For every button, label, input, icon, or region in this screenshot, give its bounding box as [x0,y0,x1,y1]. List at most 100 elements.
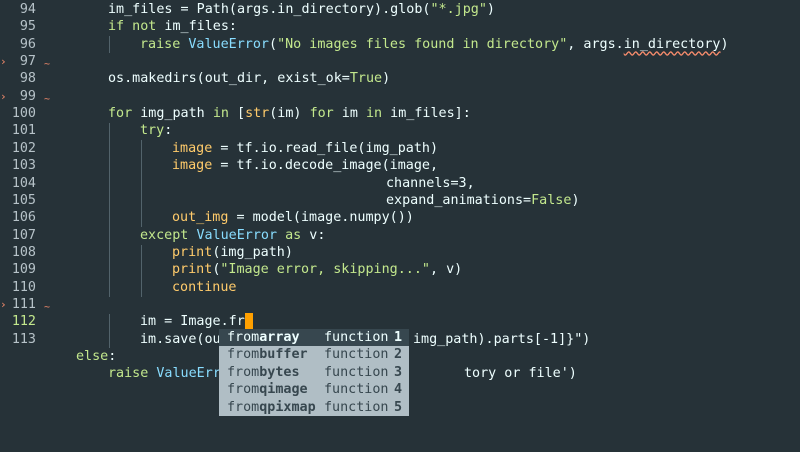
code-content: if not im_files: [108,18,237,35]
line-number: 109 [11,262,36,278]
line-number: 102 [11,140,36,156]
code-content: image = tf.io.decode_image(image, [172,157,438,174]
code-token: "No images files found in directory" [277,36,568,52]
code-content: os.makedirs(out_dir, exist_ok=True) [108,70,390,87]
code-token: channels=3, [386,175,475,191]
code-token: im_files]: [382,106,471,122]
code-token: = tf.io.read_file(img_path) [212,140,439,156]
code-token: expand_animations= [386,192,532,208]
code-token: image [172,140,213,156]
line-number: 104 [11,175,36,191]
code-content: print("Image error, skipping...", v) [172,261,462,278]
code-token: : [164,123,173,139]
line-number: 95 [19,19,36,35]
line-number: 100 [11,106,36,122]
completion-prefix: from [227,347,260,363]
code-token: print [172,244,213,260]
completion-name: fromqpixmap [227,399,316,416]
code-content: try: [140,122,172,139]
completion-name: fromqimage [227,381,308,398]
line-number: 110 [11,279,36,295]
autocomplete-item-fromqimage[interactable]: fromqimage function 4 [219,381,409,398]
code-token: raise [140,36,181,52]
code-token: im = Image.fr [140,314,245,330]
code-line[interactable]: 110 continue [0,279,800,296]
autocomplete-item-frombytes[interactable]: frombytes function 3 [219,364,409,381]
code-token: ) [720,36,729,52]
line-number: 94 [19,2,36,17]
code-token: (im) [269,106,310,122]
code-token: in_directory [623,36,721,52]
code-token: ValueError [196,227,278,243]
completion-prefix: from [227,330,260,345]
code-token: , args. [567,36,624,52]
code-token: False [531,192,572,208]
code-token: else [76,349,109,364]
autocomplete-item-fromarray[interactable]: fromarray function 1 [219,329,409,347]
code-content: print(img_path) [172,244,293,261]
completion-index: 5 [394,399,403,415]
code-content: channels=3, [386,175,475,192]
code-line[interactable]: 95 if not im_files: [0,18,800,35]
code-line[interactable]: 97 › ~ [0,53,800,70]
code-token: , v) [429,262,463,278]
code-token: ValueError [188,36,269,52]
code-content: else: [76,348,116,365]
code-content: im.save(ou [140,331,221,348]
code-line[interactable]: 100 for img_path in [str(im) for im in im… [0,105,800,122]
code-token: (img_path) [212,244,293,260]
completion-match: buffer [259,347,308,363]
line-number: 113 [11,331,36,347]
code-content: out_img = model(image.numpy()) [172,209,414,226]
code-token: = tf.io.decode_image(image, [212,158,439,174]
autocomplete-popup[interactable]: fromarray function 1 frombuffer function 2 fro… [219,329,409,416]
code-token: v: [301,227,326,243]
code-token: continue [172,279,237,295]
code-token: in [212,106,229,122]
code-line[interactable]: 109 print("Image error, skipping...", v) [0,261,800,278]
code-token: "Image error, skipping..." [220,262,430,278]
completion-name: fromarray [227,329,300,346]
code-token: "*.jpg" [430,2,487,17]
code-line[interactable]: 106 out_img = model(image.numpy()) [0,209,800,226]
code-line[interactable]: 107 except ValueError as v: [0,227,800,244]
completion-match: qimage [259,382,308,398]
code-line[interactable]: 103 image = tf.io.decode_image(image, [0,157,800,174]
code-content: raise ValueError("No images files found … [140,36,729,53]
code-token: ) [571,192,580,208]
completion-match: qpixmap [259,399,316,415]
code-line[interactable]: 94 im_files = Path(args.in_directory).glo… [0,1,800,18]
code-line[interactable]: 102 image = tf.io.read_file(img_path) [0,140,800,157]
line-number: 106 [11,210,36,226]
code-line[interactable]: 104 channels=3, [0,175,800,192]
code-line[interactable]: 105 expand_animations=False) [0,192,800,209]
code-line[interactable]: 111 › ~ [0,296,800,313]
code-line[interactable]: 98 os.makedirs(out_dir, exist_ok=True) [0,70,800,87]
line-number: 105 [11,192,36,208]
completion-index: 1 [394,330,403,345]
code-line[interactable]: 96 raise ValueError("No images files foun… [0,36,800,53]
code-token: ) [486,2,495,17]
autocomplete-item-fromqpixmap[interactable]: fromqpixmap function 5 [219,399,409,416]
completion-prefix: from [227,382,260,398]
code-content: image = tf.io.read_file(img_path) [172,140,438,157]
code-content: raise ValueErr [108,365,221,382]
code-token: True [349,71,383,87]
code-content: except ValueError as v: [140,227,325,244]
code-token: : [108,349,117,364]
completion-kind: function [324,347,389,363]
completion-kind: function [324,330,389,345]
warning-arrow-icon: › [0,55,7,69]
code-token: ( [269,36,278,52]
code-token: try [140,123,165,139]
code-line[interactable]: 108 print(img_path) [0,244,800,261]
code-line[interactable]: 99 › ~ [0,88,800,105]
completion-match: array [259,330,300,345]
completion-prefix: from [227,364,260,380]
code-line[interactable]: 101 try: [0,122,800,139]
warning-arrow-icon: › [0,297,7,311]
code-token: im [333,106,366,122]
autocomplete-item-frombuffer[interactable]: frombuffer function 2 [219,346,409,363]
code-token: ValueErr [156,366,221,382]
